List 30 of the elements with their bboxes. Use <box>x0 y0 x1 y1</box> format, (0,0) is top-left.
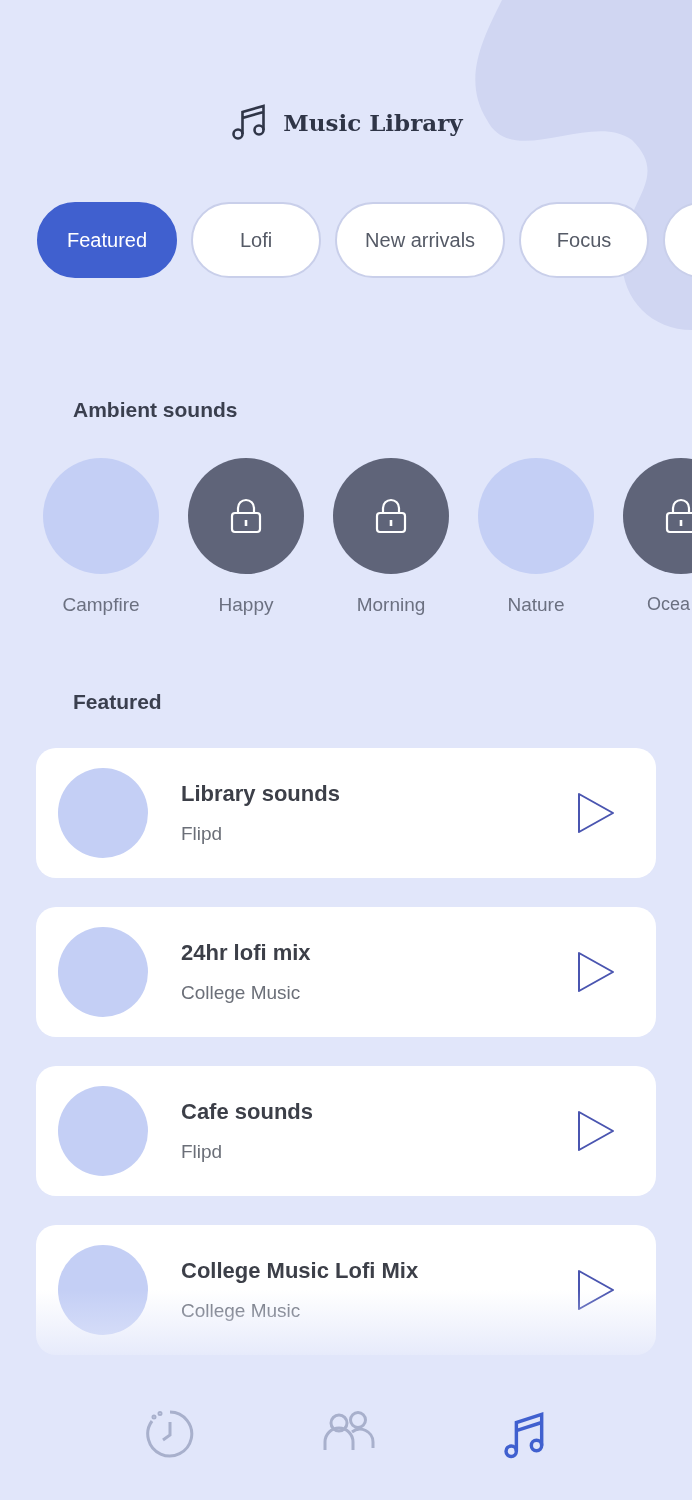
people-icon <box>322 1408 376 1452</box>
track-title: College Music Lofi Mix <box>181 1258 420 1284</box>
track-artist: Flipd <box>181 823 224 845</box>
track-card[interactable]: Cafe sounds Flipd <box>36 1066 656 1196</box>
play-button[interactable] <box>576 1268 616 1312</box>
track-card[interactable]: 24hr lofi mix College Music <box>36 907 656 1037</box>
track-title: Cafe sounds <box>181 1099 315 1125</box>
sound-label: Morning <box>356 594 426 616</box>
sound-label: Campfire <box>62 594 140 616</box>
play-button[interactable] <box>576 1109 616 1153</box>
track-artist: Flipd <box>181 1141 224 1163</box>
sound-label: Happy <box>218 594 274 616</box>
sound-label: Ocea <box>647 594 691 615</box>
clock-icon <box>144 1408 196 1460</box>
sound-label: Nature <box>507 594 565 616</box>
play-button[interactable] <box>576 950 616 994</box>
page-title: Music Library <box>283 108 463 136</box>
track-title: 24hr lofi mix <box>181 940 312 966</box>
category-chip[interactable]: New arrivals <box>335 202 506 278</box>
track-artist: College Music <box>181 982 302 1004</box>
category-chip[interactable]: Lofi <box>191 202 322 278</box>
track-artist: College Music <box>181 1300 302 1322</box>
track-title: Library sounds <box>181 781 341 807</box>
section-title: Ambient sounds <box>72 398 239 422</box>
track-card[interactable]: Library sounds Flipd <box>36 748 656 878</box>
section-title: Featured <box>72 690 163 714</box>
category-chip[interactable]: Focus <box>519 202 650 278</box>
category-chip[interactable]: Featured <box>37 202 178 278</box>
play-button[interactable] <box>576 791 616 835</box>
track-card[interactable]: College Music Lofi Mix College Music <box>36 1225 656 1355</box>
